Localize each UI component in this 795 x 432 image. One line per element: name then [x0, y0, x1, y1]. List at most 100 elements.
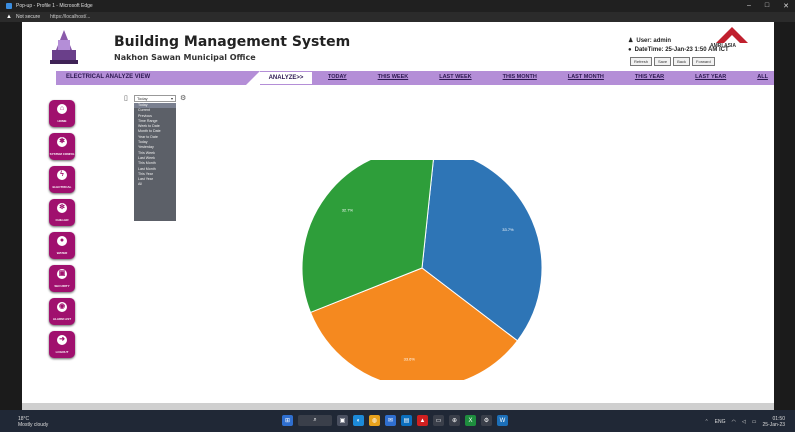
address-bar[interactable]: ▲ Not secure https://localhost/... — [0, 12, 795, 22]
dropdown-item[interactable]: All — [134, 182, 176, 187]
home-icon: ⌂ — [57, 104, 67, 114]
sidebar-security[interactable]: ▣ SECURITY — [49, 265, 75, 292]
chrome-icon[interactable]: ◍ — [369, 415, 380, 426]
sidebar-home[interactable]: ⌂ HOME — [49, 100, 75, 127]
period-dropdown-list: Today Current Previous Time Range Week t… — [134, 103, 176, 221]
logout-icon: ➜ — [57, 335, 67, 345]
datetime-info: ● DateTime: 25-Jan-23 1:50 AM ICT — [628, 47, 729, 53]
view-label: ELECTRICAL ANALYZE VIEW — [66, 74, 151, 80]
energy-pie-chart: 33.7% 33.6% 32.7% — [301, 160, 543, 380]
sidebar-label: WATER — [56, 251, 68, 255]
clock-icon: ● — [628, 47, 632, 53]
volume-icon[interactable]: ◁ — [742, 419, 746, 425]
warning-icon: ▲ — [6, 14, 12, 20]
settings-app-icon[interactable]: ⚙ — [481, 415, 492, 426]
pie-slice-label: 32.7% — [342, 207, 354, 212]
weather-widget[interactable]: 18°C Mostly cloudy — [18, 416, 48, 428]
system-tray: ⌃ ENG ◠ ◁ ▭ 01:50 25-Jan-23 — [704, 416, 785, 428]
user-label: User: admin — [636, 37, 672, 44]
battery-icon[interactable]: ▭ — [752, 419, 757, 425]
mail-icon[interactable]: ✉ — [385, 415, 396, 426]
language-indicator[interactable]: ENG — [715, 419, 726, 425]
search-icon[interactable]: ⌕ — [298, 415, 332, 426]
gear-icon: ✱ — [57, 137, 67, 147]
task-view-icon[interactable]: ▣ — [337, 415, 348, 426]
datetime-label: DateTime: 25-Jan-23 1:50 AM ICT — [634, 47, 729, 53]
excel-icon[interactable]: X — [465, 415, 476, 426]
pdf-icon[interactable]: ▲ — [417, 415, 428, 426]
taskbar-clock[interactable]: 01:50 25-Jan-23 — [762, 416, 785, 428]
url-text[interactable]: https://localhost/... — [50, 14, 90, 20]
period-links: TODAY THIS WEEK LAST WEEK THIS MONTH LAS… — [328, 74, 768, 80]
maximize-icon[interactable]: □ — [765, 2, 769, 10]
back-button[interactable]: Back — [673, 57, 691, 66]
sidebar-alarm-list[interactable]: ◉ ALARM LIST — [49, 298, 75, 325]
file-explorer-icon[interactable]: ▭ — [433, 415, 444, 426]
sidebar-label: LOGOUT — [55, 350, 69, 354]
header: Building Management System Nakhon Sawan … — [22, 22, 774, 72]
word-icon[interactable]: W — [497, 415, 508, 426]
system-title: Building Management System — [114, 34, 351, 50]
lock-icon: ▣ — [57, 269, 67, 279]
window-controls: – □ ✕ — [747, 2, 789, 10]
bms-page: Building Management System Nakhon Sawan … — [22, 22, 774, 410]
alarm-icon: ◉ — [57, 302, 67, 312]
user-icon: ♟ — [628, 38, 634, 44]
sidebar-label: SECURITY — [54, 284, 70, 288]
sidebar-system-config[interactable]: ✱ SYSTEM CONFIG — [49, 133, 75, 160]
nav-today[interactable]: TODAY — [328, 74, 347, 80]
start-icon[interactable]: ⊞ — [282, 415, 293, 426]
sidebar-water[interactable]: ● WATER — [49, 232, 75, 259]
nav-last-week[interactable]: LAST WEEK — [439, 74, 471, 80]
horizontal-scrollbar[interactable] — [22, 403, 774, 410]
sidebar-label: ELECTRICAL — [52, 185, 72, 189]
taskbar-apps: ⊞ ⌕ ▣ ◐ ◍ ✉ ▤ ▲ ▭ ⊕ X ⚙ W — [282, 415, 508, 426]
sidebar-logout[interactable]: ➜ LOGOUT — [49, 331, 75, 358]
pie-slice-label: 33.6% — [404, 357, 416, 362]
period-select[interactable]: Today ▾ — [134, 95, 176, 102]
magnifier-icon[interactable]: ⊕ — [449, 415, 460, 426]
sidebar-label: ALARM LIST — [52, 317, 72, 321]
close-icon[interactable]: ✕ — [783, 2, 789, 10]
nav-this-year[interactable]: THIS YEAR — [635, 74, 664, 80]
not-secure-label: Not secure — [15, 14, 41, 20]
sidebar-electrical[interactable]: ϟ ELECTRICAL — [49, 166, 75, 193]
analyze-button[interactable]: ANALYZE>> — [260, 72, 312, 84]
sidebar-chiller[interactable]: ✻ CHILLER — [49, 199, 75, 226]
nav-this-week[interactable]: THIS WEEK — [378, 74, 409, 80]
nav-all[interactable]: ALL — [757, 74, 768, 80]
period-select-value: Today — [137, 96, 148, 101]
water-drop-icon: ● — [57, 236, 67, 246]
refresh-button[interactable]: Refresh — [630, 57, 653, 66]
fan-icon: ✻ — [57, 203, 67, 213]
chevron-down-icon: ▾ — [170, 96, 173, 101]
nav-last-month[interactable]: LAST MONTH — [568, 74, 604, 80]
save-button[interactable]: Save — [654, 57, 672, 66]
nav-last-year[interactable]: LAST YEAR — [695, 74, 726, 80]
municipal-crest-logo — [50, 30, 78, 64]
clock-date: 25-Jan-23 — [762, 422, 785, 428]
sidebar-label: HOME — [57, 119, 67, 123]
pie-slice-label: 33.7% — [502, 227, 514, 232]
wifi-icon[interactable]: ◠ — [732, 419, 736, 425]
sidebar-label: CHILLER — [55, 218, 69, 222]
amri-asia-logo — [716, 27, 748, 43]
header-buttons: Refresh Save Back Forward — [630, 57, 715, 66]
nav-divider — [246, 71, 260, 85]
minimize-icon[interactable]: – — [747, 2, 751, 10]
nav-this-month[interactable]: THIS MONTH — [503, 74, 537, 80]
edge-icon — [6, 3, 12, 9]
lightning-icon: ϟ — [57, 170, 67, 180]
sidebar-label: SYSTEM CONFIG — [49, 152, 75, 156]
export-icon[interactable]: ▯ — [124, 94, 128, 102]
nav-bar: ELECTRICAL ANALYZE VIEW ANALYZE>> TODAY … — [56, 71, 774, 85]
settings-icon[interactable]: ⚙ — [180, 94, 186, 102]
store-icon[interactable]: ▤ — [401, 415, 412, 426]
user-info: ♟ User: admin — [628, 37, 672, 45]
browser-title: Pop-up - Profile 1 - Microsoft Edge — [16, 3, 93, 9]
chevron-up-icon[interactable]: ⌃ — [704, 419, 708, 425]
forward-button[interactable]: Forward — [692, 57, 715, 66]
windows-taskbar: 18°C Mostly cloudy ⊞ ⌕ ▣ ◐ ◍ ✉ ▤ ▲ ▭ ⊕ X… — [0, 410, 795, 432]
system-subtitle: Nakhon Sawan Municipal Office — [114, 53, 256, 62]
edge-icon[interactable]: ◐ — [353, 415, 364, 426]
